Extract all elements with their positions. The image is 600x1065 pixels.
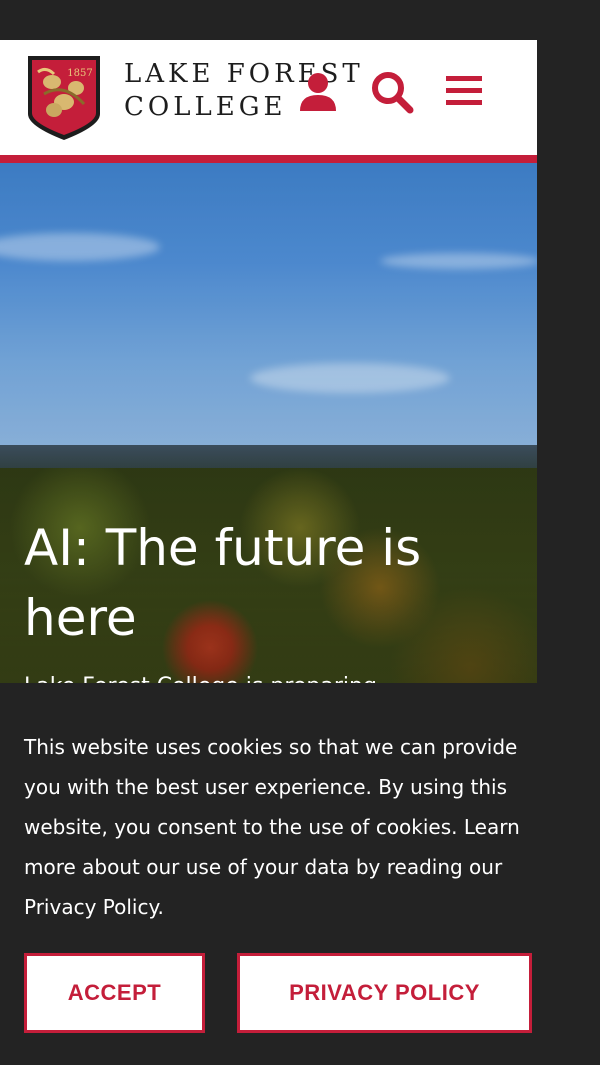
menu-icon[interactable] [444,75,484,107]
hero-title: AI: The future is here [24,519,422,647]
privacy-policy-button[interactable]: PRIVACY POLICY [237,953,532,1033]
college-logo[interactable]: 1857 [24,52,104,142]
svg-text:1857: 1857 [67,68,92,79]
cookie-banner: This website uses cookies so that we can… [0,683,600,1065]
header-accent-bar [0,155,537,163]
user-icon[interactable] [298,71,338,113]
crest-icon: 1857 [28,56,100,140]
site-header: 1857 LAKE FOREST COLLEGE [0,40,537,155]
accept-button[interactable]: ACCEPT [24,953,205,1033]
cookie-message: This website uses cookies so that we can… [24,735,520,919]
search-icon[interactable] [370,70,414,114]
